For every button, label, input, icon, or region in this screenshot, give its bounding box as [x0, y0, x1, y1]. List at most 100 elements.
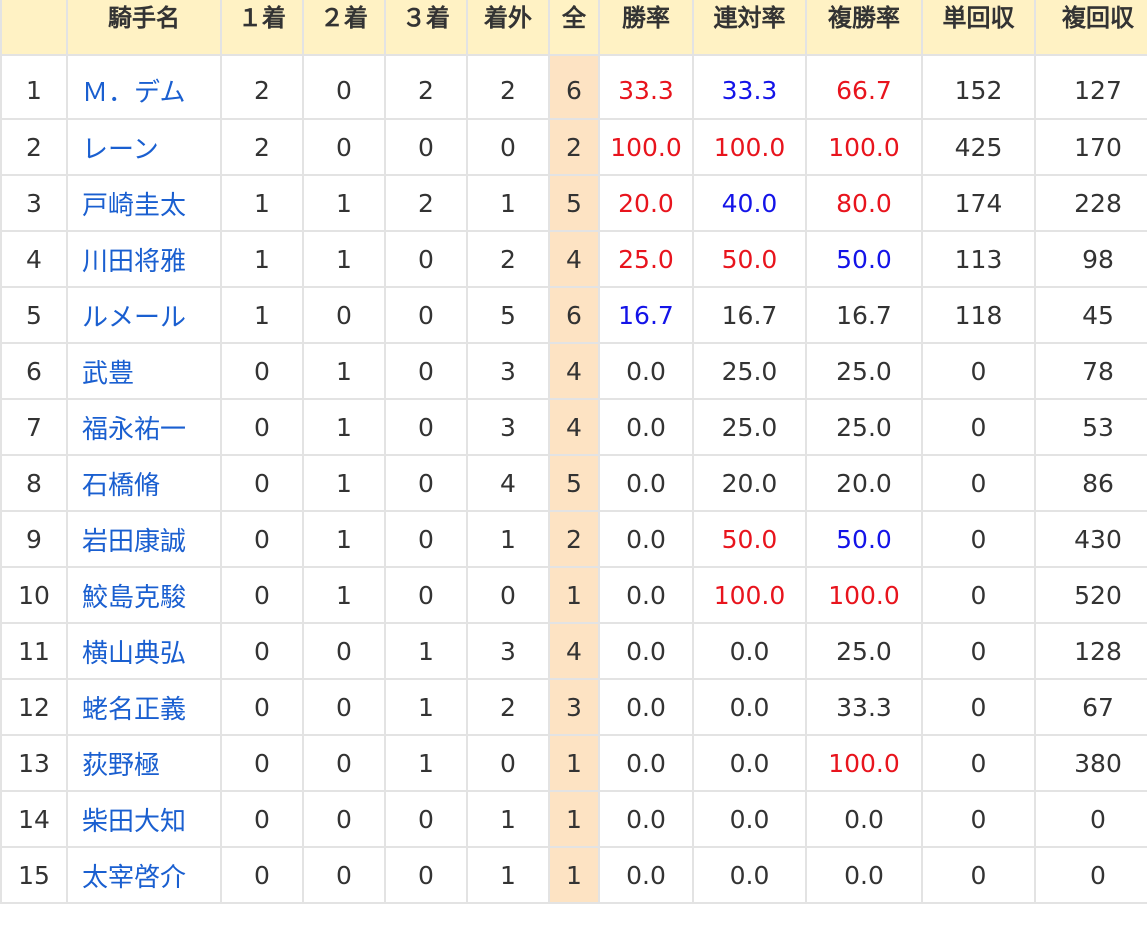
first-place-count: 0	[220, 622, 304, 680]
jockey-name-link[interactable]: 太宰啓介	[66, 846, 222, 904]
show-rate: 50.0	[805, 230, 923, 288]
table-row: 4 川田将雅 1 1 0 2 4 25.0 50.0 50.0 113 98	[0, 230, 1147, 288]
header-second-place[interactable]: ２着	[302, 0, 386, 56]
show-rate: 25.0	[805, 342, 923, 400]
jockey-name-link[interactable]: レーン	[66, 118, 222, 176]
show-return: 170	[1034, 118, 1147, 176]
win-rate: 33.3	[598, 54, 694, 120]
header-jockey-name[interactable]: 騎手名	[66, 0, 222, 56]
jockey-name-link[interactable]: 横山典弘	[66, 622, 222, 680]
out-of-place-count: 2	[466, 230, 550, 288]
header-win-rate[interactable]: 勝率	[598, 0, 694, 56]
total-runs: 4	[548, 398, 600, 456]
total-runs: 5	[548, 454, 600, 512]
rank-cell: 15	[0, 846, 68, 904]
total-runs: 3	[548, 678, 600, 736]
second-place-count: 1	[302, 230, 386, 288]
show-rate: 100.0	[805, 118, 923, 176]
win-return: 0	[921, 342, 1036, 400]
show-rate: 25.0	[805, 398, 923, 456]
header-first-place[interactable]: １着	[220, 0, 304, 56]
show-return: 380	[1034, 734, 1147, 792]
rank-cell: 1	[0, 54, 68, 120]
header-win-return[interactable]: 単回収	[921, 0, 1036, 56]
win-rate: 100.0	[598, 118, 694, 176]
show-rate: 0.0	[805, 846, 923, 904]
out-of-place-count: 3	[466, 622, 550, 680]
table-row: 2 レーン 2 0 0 0 2 100.0 100.0 100.0 425 170	[0, 118, 1147, 176]
header-show-rate[interactable]: 複勝率	[805, 0, 923, 56]
jockey-name-link[interactable]: Ｍ．デム	[66, 54, 222, 120]
place-rate: 16.7	[692, 286, 807, 344]
header-third-place[interactable]: ３着	[384, 0, 468, 56]
win-return: 174	[921, 174, 1036, 232]
header-rank	[0, 0, 68, 56]
third-place-count: 0	[384, 510, 468, 568]
show-rate: 20.0	[805, 454, 923, 512]
jockey-name-link[interactable]: 石橋脩	[66, 454, 222, 512]
third-place-count: 2	[384, 174, 468, 232]
second-place-count: 1	[302, 398, 386, 456]
second-place-count: 0	[302, 286, 386, 344]
win-return: 152	[921, 54, 1036, 120]
first-place-count: 1	[220, 286, 304, 344]
second-place-count: 1	[302, 510, 386, 568]
table-header: 騎手名 １着 ２着 ３着 着外 全 勝率 連対率 複勝率 単回収 複回収	[0, 0, 1147, 56]
jockey-name-link[interactable]: 鮫島克駿	[66, 566, 222, 624]
total-runs: 2	[548, 510, 600, 568]
out-of-place-count: 1	[466, 174, 550, 232]
jockey-name-link[interactable]: ルメール	[66, 286, 222, 344]
win-return: 0	[921, 398, 1036, 456]
header-show-return[interactable]: 複回収	[1034, 0, 1147, 56]
table-row: 5 ルメール 1 0 0 5 6 16.7 16.7 16.7 118 45	[0, 286, 1147, 344]
third-place-count: 2	[384, 54, 468, 120]
show-return: 127	[1034, 54, 1147, 120]
third-place-count: 1	[384, 678, 468, 736]
first-place-count: 1	[220, 230, 304, 288]
rank-cell: 6	[0, 342, 68, 400]
jockey-name-link[interactable]: 福永祐一	[66, 398, 222, 456]
show-rate: 66.7	[805, 54, 923, 120]
total-runs: 4	[548, 230, 600, 288]
second-place-count: 0	[302, 54, 386, 120]
jockey-name-link[interactable]: 戸崎圭太	[66, 174, 222, 232]
show-return: 67	[1034, 678, 1147, 736]
show-rate: 25.0	[805, 622, 923, 680]
jockey-name-link[interactable]: 岩田康誠	[66, 510, 222, 568]
win-rate: 0.0	[598, 454, 694, 512]
jockey-name-link[interactable]: 柴田大知	[66, 790, 222, 848]
jockey-name-link[interactable]: 荻野極	[66, 734, 222, 792]
third-place-count: 0	[384, 230, 468, 288]
show-rate: 33.3	[805, 678, 923, 736]
second-place-count: 1	[302, 566, 386, 624]
header-place-rate[interactable]: 連対率	[692, 0, 807, 56]
rank-cell: 10	[0, 566, 68, 624]
second-place-count: 0	[302, 846, 386, 904]
table-row: 1 Ｍ．デム 2 0 2 2 6 33.3 33.3 66.7 152 127	[0, 54, 1147, 120]
table-row: 7 福永祐一 0 1 0 3 4 0.0 25.0 25.0 0 53	[0, 398, 1147, 456]
second-place-count: 1	[302, 342, 386, 400]
jockey-name-link[interactable]: 武豊	[66, 342, 222, 400]
win-rate: 0.0	[598, 734, 694, 792]
win-rate: 0.0	[598, 790, 694, 848]
table-row: 13 荻野極 0 0 1 0 1 0.0 0.0 100.0 0 380	[0, 734, 1147, 792]
win-return: 0	[921, 510, 1036, 568]
win-return: 0	[921, 790, 1036, 848]
place-rate: 100.0	[692, 566, 807, 624]
place-rate: 25.0	[692, 398, 807, 456]
header-out-of-place[interactable]: 着外	[466, 0, 550, 56]
jockey-name-link[interactable]: 川田将雅	[66, 230, 222, 288]
total-runs: 1	[548, 846, 600, 904]
total-runs: 5	[548, 174, 600, 232]
header-all-runs[interactable]: 全	[548, 0, 600, 56]
win-return: 0	[921, 622, 1036, 680]
win-rate: 0.0	[598, 510, 694, 568]
rank-cell: 12	[0, 678, 68, 736]
rank-cell: 8	[0, 454, 68, 512]
show-rate: 100.0	[805, 734, 923, 792]
show-return: 78	[1034, 342, 1147, 400]
total-runs: 6	[548, 286, 600, 344]
jockey-stats-table: 騎手名 １着 ２着 ３着 着外 全 勝率 連対率 複勝率 単回収 複回収 1 Ｍ．…	[0, 0, 1147, 904]
jockey-name-link[interactable]: 蛯名正義	[66, 678, 222, 736]
show-rate: 80.0	[805, 174, 923, 232]
